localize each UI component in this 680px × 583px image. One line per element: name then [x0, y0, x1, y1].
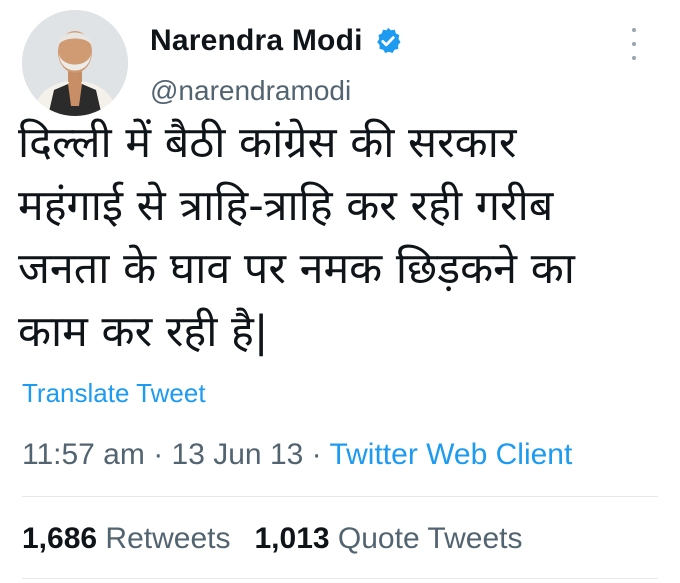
- retweets-label: Retweets: [105, 522, 231, 555]
- quote-tweets-count: 1,013: [254, 522, 330, 555]
- tweet-text: दिल्ली में बैठी कांग्रेस की सरकार महंगाई…: [18, 118, 575, 357]
- divider: [22, 496, 658, 497]
- tweet-date[interactable]: 13 Jun 13: [172, 438, 304, 471]
- avatar[interactable]: [22, 10, 128, 116]
- translate-tweet-link[interactable]: Translate Tweet: [22, 378, 206, 409]
- retweets-stat[interactable]: 1,686 Retweets: [22, 522, 230, 556]
- tweet-time[interactable]: 11:57 am: [22, 438, 145, 471]
- more-options-icon[interactable]: [624, 28, 644, 60]
- quote-tweets-label: Quote Tweets: [337, 522, 523, 555]
- meta-separator: ·: [153, 438, 164, 471]
- user-handle[interactable]: @narendramodi: [150, 75, 351, 107]
- author-name-row: Narendra Modi: [150, 24, 403, 58]
- tweet-metadata: 11:57 am · 13 Jun 13 · Twitter Web Clien…: [22, 438, 572, 472]
- meta-separator: ·: [311, 438, 322, 471]
- profile-photo: [22, 10, 128, 116]
- retweets-count: 1,686: [22, 522, 98, 555]
- engagement-stats: 1,686 Retweets 1,013 Quote Tweets: [22, 522, 522, 556]
- verified-badge-icon: [373, 26, 403, 56]
- tweet-client-link[interactable]: Twitter Web Client: [329, 438, 572, 471]
- quote-tweets-stat[interactable]: 1,013 Quote Tweets: [254, 522, 522, 556]
- display-name[interactable]: Narendra Modi: [150, 24, 363, 58]
- divider: [22, 578, 658, 579]
